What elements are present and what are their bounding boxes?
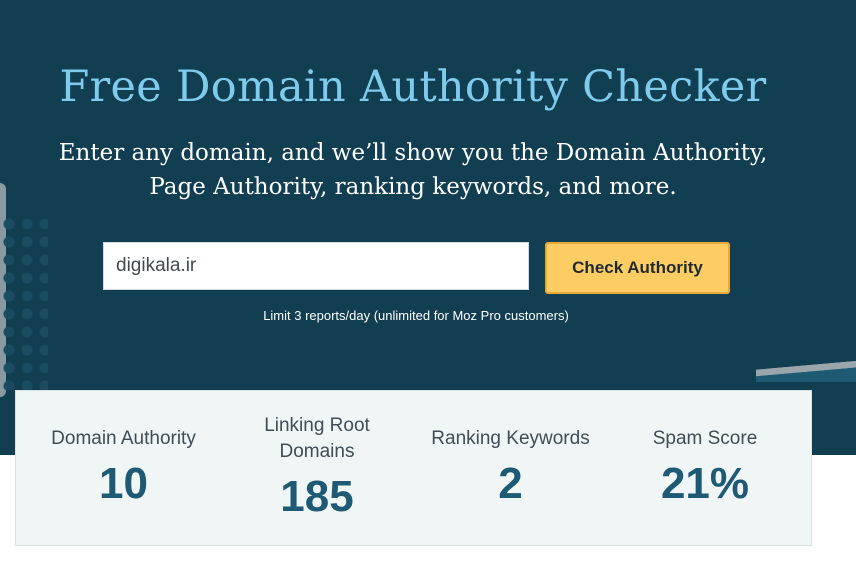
stat-linking-root-domains: Linking Root Domains 185 [232,413,402,519]
decorative-pattern [0,215,48,390]
stat-ranking-keywords: Ranking Keywords 2 [414,426,607,506]
stat-value: 185 [280,472,354,521]
hero-section: Free Domain Authority Checker Enter any … [0,0,856,455]
check-authority-button[interactable]: Check Authority [545,242,730,294]
stat-label: Spam Score [652,428,758,449]
stat-label-line-2: Domains [279,441,355,462]
stat-label: Ranking Keywords [431,428,590,449]
stat-value: 10 [99,459,148,508]
stat-value: 2 [498,459,523,508]
stat-value: 21% [660,459,750,508]
domain-input[interactable] [103,242,529,290]
stat-label: Domain Authority [51,428,196,449]
page-title: Free Domain Authority Checker [59,62,767,112]
stats-panel: Domain Authority 10 Linking Root Domains… [15,390,812,546]
subtitle-line-2: Page Authority, ranking keywords, and mo… [149,174,677,200]
stat-spam-score: Spam Score 21% [620,426,790,506]
stat-domain-authority: Domain Authority 10 [36,426,211,506]
page-subtitle: Enter any domain, and we’ll show you the… [0,136,826,204]
limit-note: Limit 3 reports/day (unlimited for Moz P… [263,308,569,323]
decorative-shape [756,352,856,382]
subtitle-line-1: Enter any domain, and we’ll show you the… [58,140,768,166]
stat-label-line-1: Linking Root [264,415,370,436]
